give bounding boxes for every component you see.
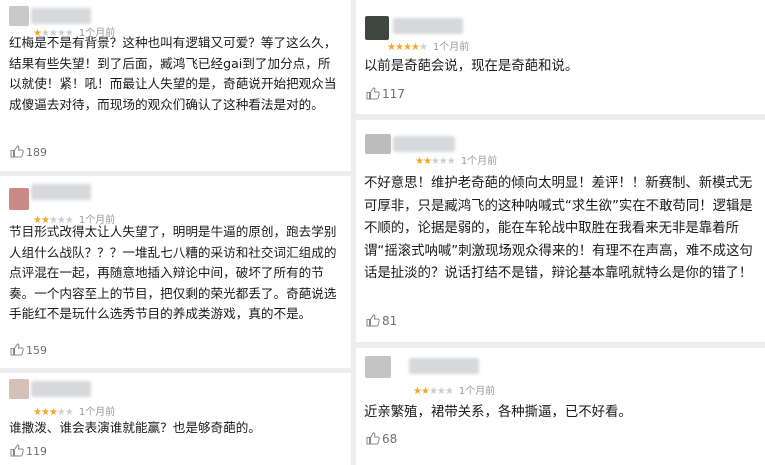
review-time: 1个月前 — [78, 407, 116, 418]
review-card: ★★★★★ 1个月前 谁撒泼、谁会表演谁就能赢？也是够奇葩的。 119 — [0, 373, 351, 465]
review-header: ★★★★★ 1个月前 — [365, 134, 665, 167]
like-button[interactable]: 119 — [10, 444, 47, 458]
username-blurred[interactable] — [31, 184, 91, 200]
like-count: 68 — [382, 432, 398, 446]
review-header: ★★★★★ 1个月前 — [9, 379, 309, 418]
like-count: 159 — [26, 344, 47, 357]
star-empty-icon: ★ — [56, 407, 66, 418]
review-header: ★★★★★ 1个月前 — [365, 16, 665, 53]
star-filled-icon: ★ — [413, 386, 422, 397]
thumbs-up-icon — [10, 343, 24, 356]
star-filled-icon: ★ — [402, 42, 412, 53]
star-empty-icon: ★ — [430, 156, 440, 167]
star-filled-icon: ★ — [410, 42, 420, 53]
star-rating: ★★★★★ — [413, 386, 454, 397]
username-blurred[interactable] — [31, 381, 91, 397]
star-filled-icon: ★ — [40, 407, 50, 418]
thumbs-up-icon — [366, 432, 380, 445]
like-button[interactable]: 68 — [366, 432, 397, 446]
review-meta: ★★★★★ 1个月前 — [387, 38, 469, 53]
review-text: 红梅是不是有背景？这种也叫有逻辑又可爱？等了这么久，结果有些失望！到了后面，臧鸿… — [9, 35, 337, 112]
review-time: 1个月前 — [458, 386, 496, 397]
star-rating: ★★★★★ — [33, 407, 74, 418]
like-count: 189 — [26, 146, 47, 159]
star-rating: ★★★★★ — [415, 156, 456, 167]
star-filled-icon: ★ — [415, 156, 424, 167]
thumbs-up-icon — [366, 87, 380, 100]
avatar[interactable] — [9, 188, 29, 210]
username-blurred[interactable] — [31, 8, 91, 24]
like-count: 119 — [26, 445, 47, 458]
star-filled-icon: ★ — [394, 42, 404, 53]
review-meta: ★★★★★ 1个月前 — [413, 382, 495, 397]
avatar[interactable] — [365, 356, 391, 378]
star-empty-icon: ★ — [438, 156, 448, 167]
star-filled-icon: ★ — [422, 156, 432, 167]
review-meta: ★★★★★ 1个月前 — [33, 403, 115, 418]
review-card: ★★★★★ 1个月前 节目形式改得太让人失望了，明明是牛逼的原创，跑去学别人组什么… — [0, 176, 351, 368]
username-blurred[interactable] — [409, 358, 479, 374]
star-empty-icon: ★ — [64, 407, 74, 418]
review-text: 不好意思！维护老奇葩的倾向太明显！差评！！新赛制、新模式无可厚非，只是臧鸿飞的这… — [364, 176, 753, 281]
star-empty-icon: ★ — [444, 386, 454, 397]
review-time: 1个月前 — [432, 42, 470, 53]
review-text: 以前是奇葩会说，现在是奇葩和说。 — [364, 59, 579, 74]
username-blurred[interactable] — [393, 136, 455, 152]
review-header: ★★★★★ 1个月前 — [365, 356, 665, 397]
review-card: ★★★★★ 1个月前 不好意思！维护老奇葩的倾向太明显！差评！！新赛制、新模式无可… — [356, 120, 765, 342]
like-button[interactable]: 189 — [10, 145, 47, 159]
review-card: ★★★★★ 1个月前 红梅是不是有背景？这种也叫有逻辑又可爱？等了这么久，结果有些… — [0, 0, 351, 171]
avatar[interactable] — [9, 6, 29, 26]
review-header: ★★★★★ 1个月前 — [9, 6, 309, 39]
review-header: ★★★★★ 1个月前 — [9, 182, 309, 226]
thumbs-up-icon — [366, 314, 380, 327]
star-empty-icon: ★ — [428, 386, 438, 397]
star-empty-icon: ★ — [418, 42, 428, 53]
review-card: ★★★★★ 1个月前 近亲繁殖，裙带关系，各种撕逼，已不好看。 68 — [356, 348, 765, 465]
like-button[interactable]: 117 — [366, 87, 405, 101]
star-filled-icon: ★ — [387, 42, 396, 53]
star-empty-icon: ★ — [446, 156, 456, 167]
like-count: 81 — [382, 314, 398, 328]
star-filled-icon: ★ — [33, 407, 42, 418]
review-time: 1个月前 — [460, 156, 498, 167]
avatar[interactable] — [365, 134, 391, 154]
review-meta: ★★★★★ 1个月前 — [415, 152, 497, 167]
star-filled-icon: ★ — [420, 386, 430, 397]
review-text: 近亲繁殖，裙带关系，各种撕逼，已不好看。 — [364, 405, 632, 420]
star-filled-icon: ★ — [48, 407, 58, 418]
star-empty-icon: ★ — [436, 386, 446, 397]
avatar[interactable] — [9, 379, 29, 399]
review-text: 节目形式改得太让人失望了，明明是牛逼的原创，跑去学别人组什么战队？？？一堆乱七八… — [9, 224, 337, 321]
review-text: 谁撒泼、谁会表演谁就能赢？也是够奇葩的。 — [9, 420, 261, 435]
thumbs-up-icon — [10, 145, 24, 158]
like-count: 117 — [382, 87, 405, 101]
review-card: ★★★★★ 1个月前 以前是奇葩会说，现在是奇葩和说。 117 — [356, 0, 765, 114]
like-button[interactable]: 159 — [10, 343, 47, 357]
thumbs-up-icon — [10, 444, 24, 457]
username-blurred[interactable] — [393, 18, 463, 34]
star-rating: ★★★★★ — [387, 42, 428, 53]
like-button[interactable]: 81 — [366, 314, 397, 328]
avatar[interactable] — [365, 16, 389, 40]
